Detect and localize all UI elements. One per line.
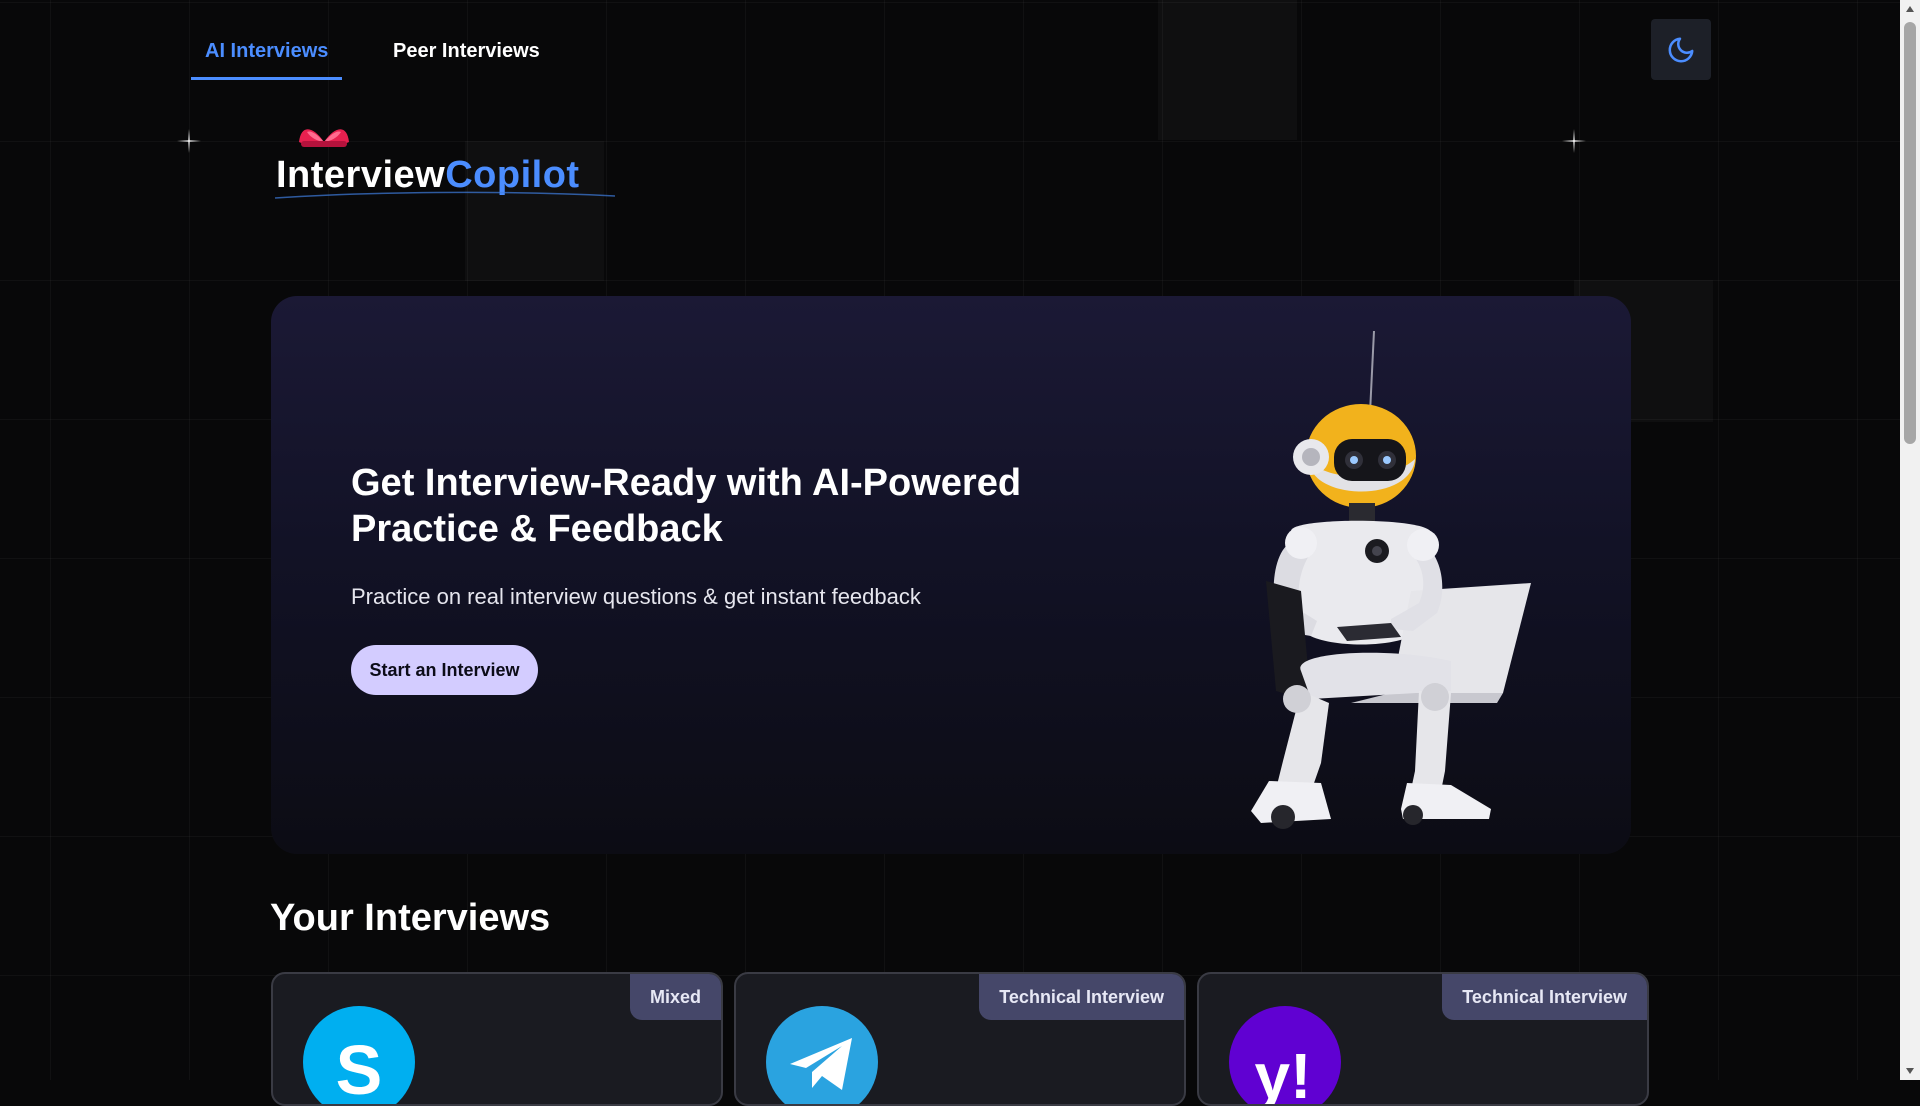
bow-icon xyxy=(299,129,349,147)
interview-type-badge: Technical Interview xyxy=(1442,974,1647,1020)
svg-text:S: S xyxy=(336,1031,383,1106)
logo-underline-swoosh xyxy=(274,191,616,199)
tab-ai-interviews[interactable]: AI Interviews xyxy=(191,36,343,80)
tab-peer-interviews[interactable]: Peer Interviews xyxy=(379,36,554,77)
interview-copilot-logo[interactable]: InterviewCopilot xyxy=(273,120,623,210)
interview-card-yahoo[interactable]: Technical Interview y! xyxy=(1197,972,1649,1106)
interview-card-telegram[interactable]: Technical Interview xyxy=(734,972,1186,1106)
vertical-scrollbar[interactable] xyxy=(1900,0,1920,1080)
scroll-up-arrow-icon[interactable] xyxy=(1900,0,1920,18)
scrollbar-thumb[interactable] xyxy=(1904,22,1916,444)
sparkle-decoration xyxy=(1562,129,1586,153)
interview-type-badge: Mixed xyxy=(629,974,721,1020)
moon-icon xyxy=(1668,37,1694,62)
interview-card-skype[interactable]: Mixed S xyxy=(271,972,723,1106)
start-interview-button[interactable]: Start an Interview xyxy=(351,645,538,695)
section-title-your-interviews: Your Interviews xyxy=(270,897,551,939)
svg-text:y!: y! xyxy=(1255,1040,1312,1106)
top-navigation: AI Interviews Peer Interviews xyxy=(0,0,1920,100)
theme-toggle-button[interactable] xyxy=(1651,19,1711,80)
yahoo-icon: y! xyxy=(1229,1006,1341,1106)
skype-icon: S xyxy=(303,1006,415,1106)
hero-title: Get Interview-Ready with AI-Powered Prac… xyxy=(351,462,1022,550)
interview-type-badge: Technical Interview xyxy=(979,974,1184,1020)
hero-banner: Get Interview-Ready with AI-Powered Prac… xyxy=(271,296,1631,854)
hero-subtitle: Practice on real interview questions & g… xyxy=(351,584,921,609)
robot-illustration xyxy=(1251,331,1531,829)
scroll-down-arrow-icon[interactable] xyxy=(1900,1062,1920,1080)
sparkle-decoration xyxy=(177,129,201,153)
telegram-icon xyxy=(766,1006,878,1104)
